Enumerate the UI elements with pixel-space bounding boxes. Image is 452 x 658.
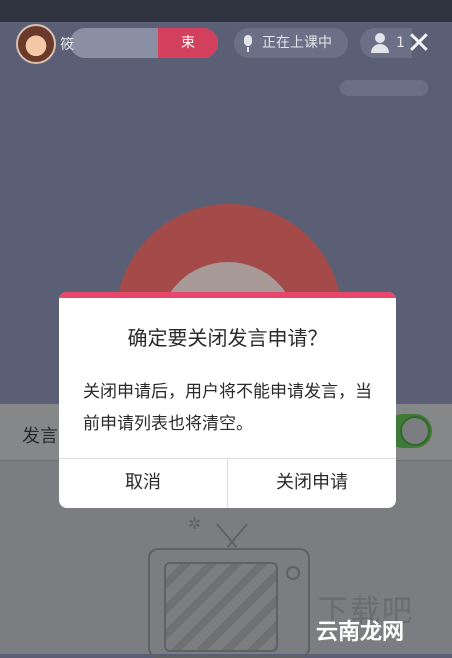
sparkle-icon: ✲ <box>188 514 202 533</box>
class-status-pill[interactable]: 正在上课中 <box>234 28 348 58</box>
class-status-text: 正在上课中 <box>262 35 332 51</box>
host-name: 筱 <box>60 37 74 53</box>
room-id-badge <box>340 80 428 96</box>
host-avatar[interactable] <box>16 24 56 64</box>
dialog-title: 确定要关闭发言申请？ <box>127 326 328 350</box>
end-class-button[interactable]: 束 <box>158 28 218 58</box>
dialog-message: 关闭申请后，用户将不能申请发言，当前申请列表也将清空。 <box>83 382 372 434</box>
dialog-accent-bar <box>59 292 396 298</box>
close-icon[interactable]: ✕ <box>404 29 434 60</box>
live-header: 筱 束 正在上课中 1 ✕ <box>0 18 452 70</box>
toggle-knob <box>400 416 430 446</box>
tv-screen-icon <box>164 562 278 652</box>
tv-antenna-icon <box>212 524 252 550</box>
close-request-button[interactable]: 关闭申请 <box>228 458 396 508</box>
confirm-dialog: 确定要关闭发言申请？ 关闭申请后，用户将不能申请发言，当前申请列表也将清空。 取… <box>59 292 396 508</box>
speak-request-label: 发言 <box>22 426 58 447</box>
watermark-logo: 云南龙网 <box>316 620 405 645</box>
user-icon <box>370 33 390 53</box>
cancel-button[interactable]: 取消 <box>59 458 227 508</box>
mic-icon <box>244 35 252 52</box>
tv-knob-icon <box>286 566 300 580</box>
